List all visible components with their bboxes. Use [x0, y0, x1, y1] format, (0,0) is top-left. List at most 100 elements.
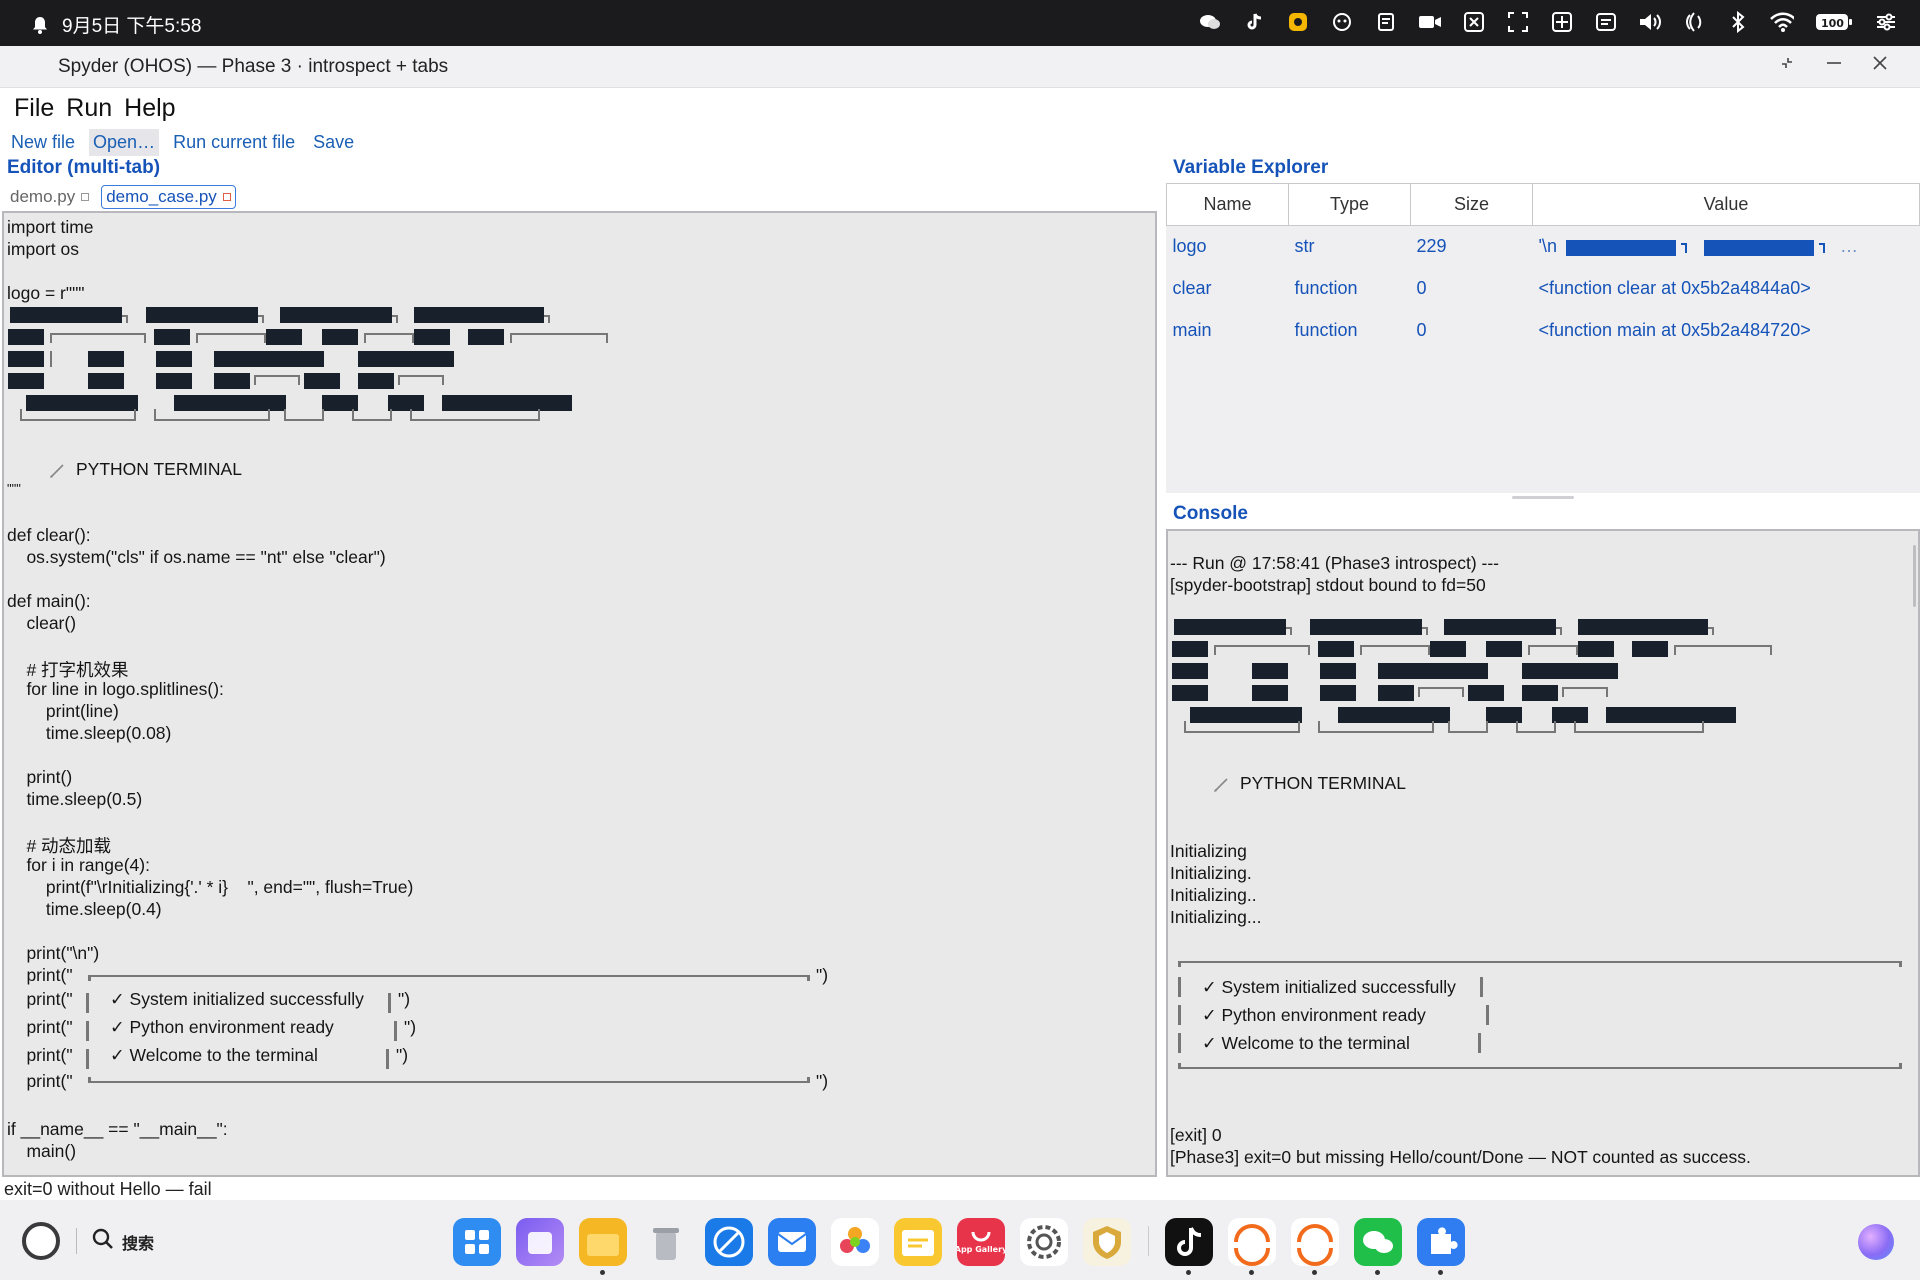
run-current-file-button[interactable]: Run current file: [169, 129, 299, 156]
table-row[interactable]: clear function 0 <function clear at 0x5b…: [1167, 268, 1920, 310]
code-line-end: "): [396, 1045, 409, 1065]
status-line: exit=0 without Hello — fail: [4, 1179, 212, 1199]
close-icon[interactable]: [1867, 54, 1893, 78]
var-name: logo: [1172, 236, 1207, 257]
box-side: [1478, 1033, 1482, 1053]
console-line: Initializing..: [1170, 885, 1257, 905]
taskbar-divider: [76, 1228, 77, 1254]
video-status-icon[interactable]: [1418, 10, 1442, 34]
editor-title: Editor (multi-tab): [7, 157, 161, 178]
table-row[interactable]: main function 0 <function main at 0x5b2a…: [1167, 310, 1920, 352]
taskbar: 搜索 App Gallery: [0, 1200, 1920, 1280]
wechat-icon[interactable]: [1354, 1218, 1402, 1275]
console-line: PYTHON TERMINAL: [1240, 773, 1406, 793]
app-gallery-icon[interactable]: App Gallery: [955, 1218, 1008, 1266]
menu-file[interactable]: File: [14, 94, 54, 123]
box-side: [1178, 977, 1182, 997]
toolbar: New file Open… Run current file Save: [7, 129, 358, 156]
gallery-icon[interactable]: [831, 1218, 879, 1266]
window-title-bar: Spyder (OHOS) — Phase 3 · introspect + t…: [0, 46, 1920, 88]
console-scrollbar[interactable]: [1913, 545, 1916, 607]
trash-icon[interactable]: [642, 1218, 690, 1266]
var-value-prefix: '\n: [1538, 236, 1557, 257]
variable-explorer-title: Variable Explorer: [1173, 157, 1329, 178]
assistant-orb-icon[interactable]: [1858, 1224, 1894, 1260]
wifi-icon[interactable]: [1770, 10, 1794, 34]
var-name: main: [1172, 320, 1212, 340]
search-button[interactable]: 搜索: [92, 1228, 154, 1255]
volume-icon[interactable]: [1638, 10, 1662, 34]
robot-status-icon[interactable]: [1330, 10, 1354, 34]
code-editor[interactable]: import time import os logo = r""" PYTHON…: [2, 211, 1157, 1177]
console-line: ✓ System initialized successfully: [1202, 977, 1456, 997]
security-icon[interactable]: [1083, 1218, 1131, 1266]
coin-status-icon[interactable]: [1286, 10, 1310, 34]
tab-close-icon[interactable]: [222, 193, 231, 201]
tab-close-icon[interactable]: [81, 193, 90, 201]
menu-help[interactable]: Help: [124, 94, 175, 123]
app-grid-icon[interactable]: [453, 1218, 501, 1266]
battery-icon[interactable]: 100: [1814, 10, 1854, 34]
box-side: [394, 1021, 398, 1041]
code-line: for line in logo.splitlines():: [7, 679, 224, 699]
code-line: os.system("cls" if os.name == "nt" else …: [7, 547, 386, 567]
menu-bar: File Run Help: [14, 94, 176, 123]
nfc-icon[interactable]: [1682, 10, 1706, 34]
status-datetime: 9月5日 下午5:58: [62, 16, 202, 37]
notes-icon[interactable]: [894, 1218, 942, 1266]
app-orange-icon[interactable]: [1228, 1218, 1276, 1275]
save-button[interactable]: Save: [309, 129, 358, 156]
console-output[interactable]: --- Run @ 17:58:41 (Phase3 introspect) -…: [1166, 529, 1920, 1177]
box-side: [386, 1049, 390, 1069]
app-orange-icon[interactable]: [1291, 1218, 1339, 1275]
tab-label: demo_case.py: [106, 187, 217, 206]
console-line: ✓ Python environment ready: [1202, 1005, 1426, 1025]
note-status-icon[interactable]: [1374, 10, 1398, 34]
open-button[interactable]: Open…: [89, 129, 160, 156]
box-side: [86, 1049, 90, 1069]
code-line: print("\n"): [7, 943, 100, 963]
mail-icon[interactable]: [768, 1218, 816, 1266]
scissors-status-icon[interactable]: [1462, 10, 1486, 34]
control-center-icon[interactable]: [1874, 10, 1898, 34]
puzzle-icon[interactable]: [1417, 1218, 1465, 1275]
code-line: print(line): [7, 701, 119, 721]
box-side: [388, 993, 392, 1013]
column-header-size[interactable]: Size: [1410, 183, 1533, 226]
column-header-type[interactable]: Type: [1288, 183, 1411, 226]
code-line: print(": [7, 989, 73, 1009]
box-line-text: ✓ System initialized successfully: [110, 989, 364, 1009]
splitter-handle[interactable]: [1512, 496, 1574, 499]
column-header-name[interactable]: Name: [1166, 183, 1289, 226]
tab-demo-py[interactable]: demo.py: [6, 185, 93, 209]
minimize-icon[interactable]: [1821, 54, 1847, 78]
files-icon[interactable]: [579, 1218, 627, 1275]
split-status-icon[interactable]: [1550, 10, 1574, 34]
column-header-value[interactable]: Value: [1532, 183, 1920, 226]
menu-run[interactable]: Run: [66, 94, 112, 123]
code-line: logo = r""": [7, 283, 85, 303]
tab-demo-case-py[interactable]: demo_case.py: [101, 185, 236, 209]
settings-icon[interactable]: [1020, 1218, 1068, 1266]
tiktok-status-icon[interactable]: [1242, 10, 1266, 34]
subtitle-status-icon[interactable]: [1594, 10, 1618, 34]
code-line: print(": [7, 1045, 73, 1065]
new-file-button[interactable]: New file: [7, 129, 79, 156]
code-line-end: "): [398, 989, 411, 1009]
home-button[interactable]: [22, 1222, 60, 1260]
var-value: '\n …: [1533, 226, 1920, 268]
tiktok-icon[interactable]: [1165, 1218, 1213, 1275]
code-line: print(": [7, 1071, 73, 1091]
box-bottom-border: [88, 1077, 810, 1083]
bell-icon[interactable]: [28, 13, 52, 37]
bluetooth-icon[interactable]: [1726, 10, 1750, 34]
console-line: --- Run @ 17:58:41 (Phase3 introspect) -…: [1170, 553, 1500, 573]
restore-icon[interactable]: [1774, 54, 1800, 78]
screenshot-status-icon[interactable]: [1506, 10, 1530, 34]
table-row[interactable]: logo str 229 '\n …: [1167, 226, 1920, 268]
wechat-status-icon[interactable]: [1198, 10, 1222, 34]
browser-icon[interactable]: [705, 1218, 753, 1266]
box-bottom-border: [1178, 1063, 1902, 1069]
code-line: print(f"\rInitializing{'.' * i} ", end="…: [7, 877, 414, 897]
multitask-icon[interactable]: [516, 1218, 564, 1266]
